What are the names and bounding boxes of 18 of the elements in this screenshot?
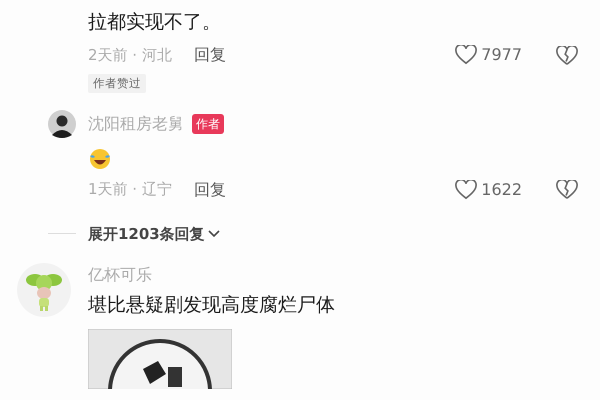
avatar[interactable]: [48, 110, 76, 138]
reply-button[interactable]: 回复: [194, 178, 226, 202]
like-count: 1622: [481, 178, 522, 201]
heart-icon[interactable]: [455, 180, 478, 200]
time-location: 2天前 · 河北: [88, 44, 172, 66]
author-badge: 作者: [192, 114, 224, 134]
chevron-down-icon: [206, 228, 221, 239]
broken-heart-icon[interactable]: [556, 46, 578, 66]
comment-text: 拉都实现不了。: [88, 10, 222, 35]
reply-button[interactable]: 回复: [194, 43, 226, 67]
liked-by-author-tag: 作者赞过: [88, 74, 146, 94]
heart-icon[interactable]: [455, 45, 478, 65]
broken-heart-icon[interactable]: [556, 180, 578, 200]
expand-replies-button[interactable]: 展开1203条回复: [88, 222, 221, 246]
laughing-emoji-icon: [88, 146, 112, 171]
like-count: 7977: [481, 44, 522, 66]
comment-text: 堪比悬疑剧发现高度腐烂尸体: [88, 293, 336, 318]
time-location: 1天前 · 辽宁: [88, 179, 172, 200]
